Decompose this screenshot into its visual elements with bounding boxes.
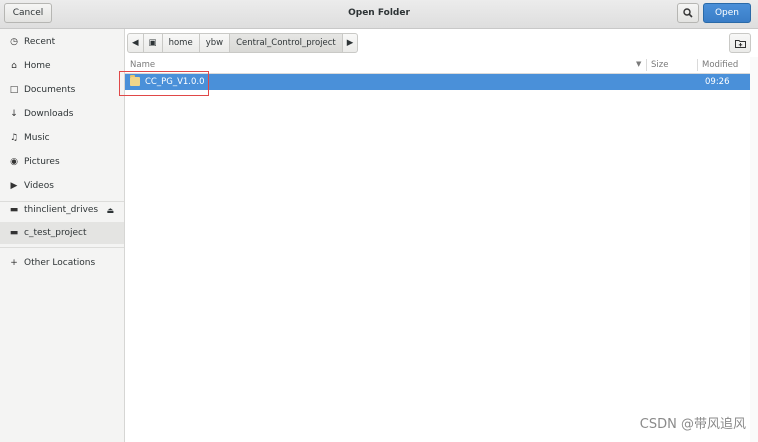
path-forward-button[interactable]: ▶	[341, 33, 359, 53]
sidebar-item-other-locations[interactable]: + Other Locations	[0, 252, 124, 274]
documents-icon: □	[9, 85, 19, 95]
sidebar-item-label: c_test_project	[24, 228, 87, 238]
path-item-ybw[interactable]: ybw	[198, 33, 231, 53]
sidebar-item-music[interactable]: ♫ Music	[0, 127, 124, 149]
path-root-button[interactable]: ▣	[142, 33, 163, 53]
sidebar-item-label: Recent	[24, 37, 56, 47]
sidebar-item-label: Videos	[24, 181, 54, 191]
column-modified[interactable]: Modified	[702, 60, 738, 70]
sidebar-item-recent[interactable]: ◷ Recent	[0, 31, 124, 53]
scrollbar-track[interactable]	[750, 57, 758, 442]
column-size[interactable]: Size	[651, 60, 668, 70]
sidebar-item-thinclient-drives[interactable]: ▬ thinclient_drives ⏏	[0, 199, 124, 221]
sidebar-item-videos[interactable]: ▶ Videos	[0, 175, 124, 197]
sidebar-item-label: Home	[24, 61, 51, 71]
path-back-button[interactable]: ◀	[127, 33, 144, 53]
column-divider	[697, 59, 698, 71]
sidebar-item-pictures[interactable]: ◉ Pictures	[0, 151, 124, 173]
videos-icon: ▶	[10, 181, 18, 191]
sidebar-item-label: Music	[24, 133, 50, 143]
chevron-right-icon: ▶	[346, 38, 354, 48]
sidebar-item-home[interactable]: ⌂ Home	[0, 55, 124, 77]
chevron-left-icon: ◀	[132, 38, 139, 48]
open-button[interactable]: Open	[703, 3, 751, 23]
sidebar-item-downloads[interactable]: ↓ Downloads	[0, 103, 124, 125]
table-row[interactable]: CC_PG_V1.0.0 09:26	[125, 74, 750, 90]
plus-icon: +	[10, 258, 18, 268]
eject-icon[interactable]: ⏏	[106, 206, 114, 215]
home-icon: ⌂	[11, 61, 17, 71]
downloads-icon: ↓	[10, 109, 18, 119]
file-list-header: Name ▼ Size Modified	[125, 57, 758, 74]
new-folder-icon	[734, 39, 746, 48]
file-modified: 09:26	[705, 77, 730, 87]
new-folder-button[interactable]	[729, 33, 751, 53]
column-divider	[646, 59, 647, 71]
sidebar-item-documents[interactable]: □ Documents	[0, 79, 124, 101]
pictures-icon: ◉	[10, 157, 18, 167]
dialog-title: Open Folder	[348, 8, 410, 18]
column-name[interactable]: Name	[130, 60, 155, 70]
sidebar-item-label: Documents	[24, 85, 76, 95]
sidebar-item-label: thinclient_drives	[24, 205, 99, 215]
sidebar: ◷ Recent ⌂ Home □ Documents ↓ Downloads …	[0, 29, 125, 442]
drive-icon: ▬	[9, 205, 19, 215]
recent-icon: ◷	[10, 37, 18, 47]
sidebar-separator	[0, 247, 124, 248]
breadcrumb: ◀ ▣ home ybw Central_Control_project ▶	[127, 33, 359, 53]
sidebar-item-label: Pictures	[24, 157, 60, 167]
search-icon	[683, 8, 693, 18]
sidebar-item-label: Downloads	[24, 109, 74, 119]
computer-icon: ▣	[148, 38, 157, 48]
path-item-home[interactable]: home	[161, 33, 200, 53]
annotation-highlight-box	[119, 71, 209, 96]
folder-icon: ▬	[9, 228, 19, 238]
watermark: CSDN @带风追风	[639, 417, 746, 432]
sidebar-item-label: Other Locations	[24, 258, 96, 268]
search-button[interactable]	[677, 3, 699, 23]
sort-arrow-icon: ▼	[636, 60, 642, 68]
path-item-central-control-project[interactable]: Central_Control_project	[229, 33, 343, 53]
sidebar-item-c-test-project[interactable]: ▬ c_test_project	[0, 222, 124, 244]
header-bar: Cancel Open Folder Open	[0, 0, 758, 29]
music-icon: ♫	[9, 133, 19, 143]
